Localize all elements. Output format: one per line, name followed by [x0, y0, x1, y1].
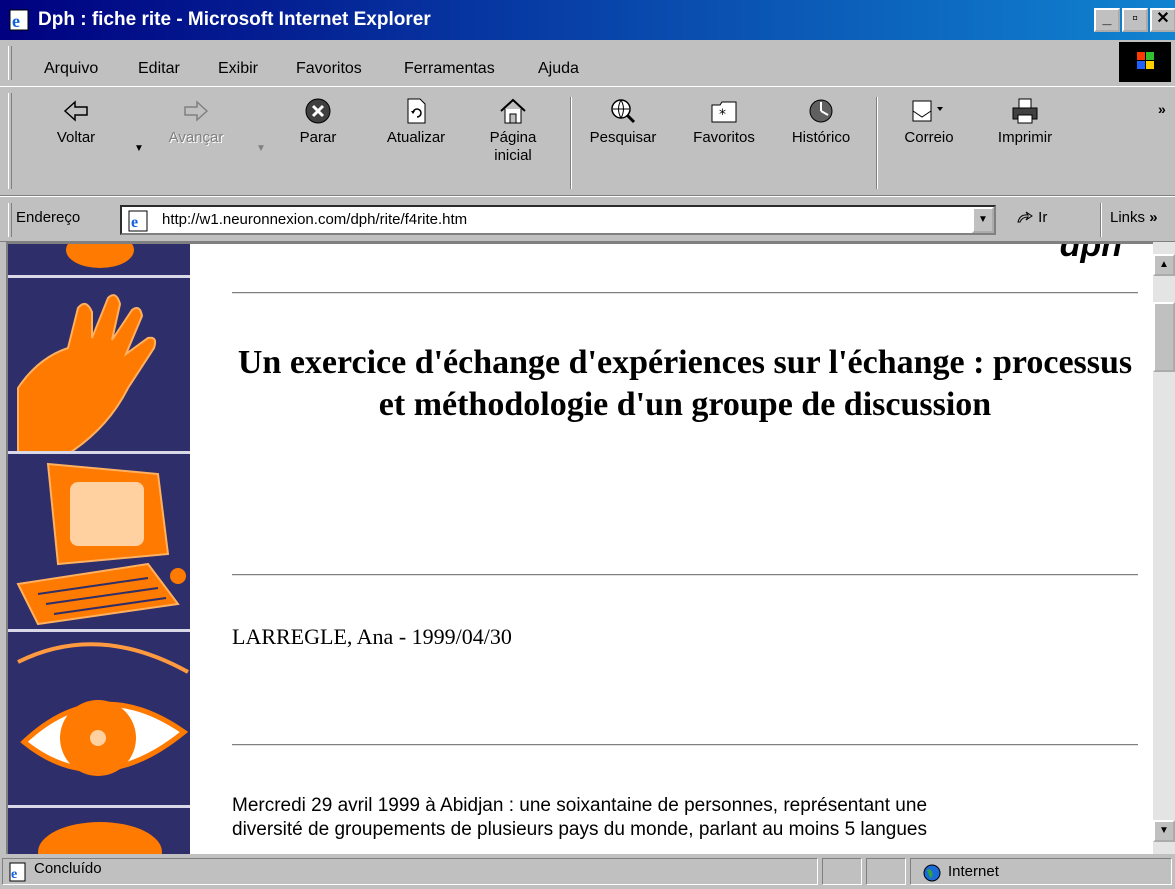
- search-globe-icon: [611, 99, 636, 124]
- address-dropdown-button[interactable]: ▼: [972, 207, 994, 233]
- decorative-sidebar: [8, 244, 190, 854]
- title-bar: e Dph : fiche rite - Microsoft Internet …: [0, 0, 1175, 40]
- scroll-down-button[interactable]: ▼: [1153, 820, 1175, 842]
- page-title: Un exercice d'échange d'expériences sur …: [237, 344, 1133, 423]
- history-label: Histórico: [791, 129, 851, 146]
- home-icon: [500, 98, 526, 124]
- sidebar-panel-bottom: [8, 808, 190, 854]
- stop-icon: [305, 98, 331, 124]
- status-text: Concluído: [34, 860, 102, 877]
- security-zone: Internet: [948, 863, 999, 880]
- globe-icon: [923, 864, 941, 882]
- ie-page-icon: e: [9, 862, 26, 882]
- print-button[interactable]: Imprimir: [990, 97, 1060, 147]
- scroll-up-button[interactable]: ▲: [1153, 254, 1175, 276]
- history-button[interactable]: Histórico: [780, 97, 862, 147]
- home-button[interactable]: Página inicial: [482, 97, 544, 165]
- menu-favoritos[interactable]: Favoritos: [296, 60, 362, 78]
- menu-editar[interactable]: Editar: [138, 60, 180, 78]
- address-grip[interactable]: [8, 203, 12, 237]
- svg-text:*: *: [719, 107, 726, 123]
- menu-bar: Arquivo Editar Exibir Favoritos Ferramen…: [0, 40, 1175, 86]
- refresh-label: Atualizar: [386, 129, 446, 146]
- maximize-button[interactable]: ▫: [1122, 8, 1148, 32]
- mail-icon: [912, 100, 943, 122]
- stop-label: Parar: [299, 129, 337, 146]
- home-label-2: inicial: [494, 147, 532, 164]
- address-separator: [1100, 203, 1102, 237]
- printer-icon: [1012, 98, 1038, 124]
- standard-toolbar: Voltar ▼ Avançar ▼ Parar Atualizar Págin…: [0, 86, 1175, 196]
- forward-arrow-icon: [184, 100, 209, 122]
- address-label: Endereço: [16, 209, 81, 226]
- menu-ajuda[interactable]: Ajuda: [538, 60, 579, 78]
- toolbar-grip[interactable]: [8, 93, 12, 189]
- home-label-1: Página: [489, 129, 537, 146]
- status-cell: [822, 858, 862, 885]
- favorites-button[interactable]: * Favoritos: [684, 97, 764, 147]
- page-viewport[interactable]: dph Un exercice d'échange d'expériences …: [6, 242, 1153, 854]
- history-icon: [809, 99, 833, 123]
- menu-arquivo[interactable]: Arquivo: [44, 60, 98, 78]
- body-paragraph: Mercredi 29 avril 1999 à Abidjan : une s…: [232, 794, 1138, 842]
- go-button[interactable]: Ir: [1016, 209, 1047, 226]
- back-label: Voltar: [56, 129, 96, 146]
- back-dropdown-arrow[interactable]: ▼: [134, 143, 144, 154]
- svg-text:e: e: [131, 214, 138, 231]
- horizontal-rule: [232, 292, 1138, 294]
- body-line: diversité de groupements de plusieurs pa…: [232, 819, 927, 840]
- svg-text:e: e: [12, 11, 20, 31]
- links-chevron: »: [1149, 209, 1158, 226]
- svg-text:e: e: [11, 867, 17, 882]
- forward-label: Avançar: [168, 129, 224, 146]
- favorites-label: Favoritos: [693, 129, 755, 146]
- search-label: Pesquisar: [589, 129, 657, 146]
- status-bar: e Concluído Internet: [0, 854, 1175, 889]
- status-cell: [866, 858, 906, 885]
- favorites-folder-icon: *: [711, 101, 737, 123]
- author-date: LARREGLE, Ana - 1999/04/30: [232, 624, 512, 649]
- close-button[interactable]: ✕: [1150, 8, 1175, 32]
- search-button[interactable]: Pesquisar: [584, 97, 662, 147]
- back-arrow-icon: [63, 100, 88, 122]
- mail-button[interactable]: Correio: [894, 97, 964, 147]
- links-button[interactable]: Links »: [1110, 209, 1158, 226]
- vertical-scrollbar[interactable]: ▲ ▼: [1153, 242, 1175, 854]
- computer-illustration: [8, 454, 190, 632]
- dph-logo[interactable]: dph: [1060, 244, 1122, 265]
- forward-button[interactable]: Avançar: [156, 97, 236, 147]
- mail-label: Correio: [904, 129, 954, 146]
- minimize-button[interactable]: _: [1094, 8, 1120, 32]
- ie-page-icon: e: [128, 210, 148, 232]
- windows-logo-icon: [1119, 42, 1171, 82]
- toolbar-separator: [876, 97, 878, 189]
- address-input[interactable]: e http://w1.neuronnexion.com/dph/rite/f4…: [120, 205, 996, 235]
- back-button[interactable]: Voltar: [48, 97, 104, 147]
- toolbar-separator: [570, 97, 572, 189]
- toolbar-overflow-chevron[interactable]: »: [1158, 101, 1166, 117]
- forward-dropdown-arrow[interactable]: ▼: [256, 143, 266, 154]
- sidebar-panel-top: [8, 244, 190, 278]
- address-url[interactable]: http://w1.neuronnexion.com/dph/rite/f4ri…: [162, 211, 467, 228]
- hand-illustration: [8, 278, 190, 454]
- refresh-icon: [407, 98, 426, 124]
- ie-page-icon: e: [9, 9, 29, 31]
- horizontal-rule: [232, 744, 1138, 746]
- status-cell-main: [2, 858, 818, 885]
- refresh-button[interactable]: Atualizar: [378, 97, 454, 147]
- address-bar: Endereço e http://w1.neuronnexion.com/dp…: [0, 196, 1175, 242]
- go-arrow-icon: [1017, 211, 1033, 223]
- print-label: Imprimir: [997, 129, 1053, 146]
- body-line: Mercredi 29 avril 1999 à Abidjan : une s…: [232, 795, 928, 816]
- menu-ferramentas[interactable]: Ferramentas: [404, 60, 495, 78]
- stop-button[interactable]: Parar: [292, 97, 344, 147]
- eye-illustration: [8, 632, 190, 808]
- go-label: Ir: [1038, 209, 1048, 226]
- menu-exibir[interactable]: Exibir: [218, 60, 258, 78]
- links-label: Links: [1110, 209, 1146, 226]
- scroll-thumb[interactable]: [1153, 302, 1175, 372]
- window-title: Dph : fiche rite - Microsoft Internet Ex…: [38, 9, 431, 30]
- menu-grip[interactable]: [8, 46, 12, 80]
- horizontal-rule: [232, 574, 1138, 576]
